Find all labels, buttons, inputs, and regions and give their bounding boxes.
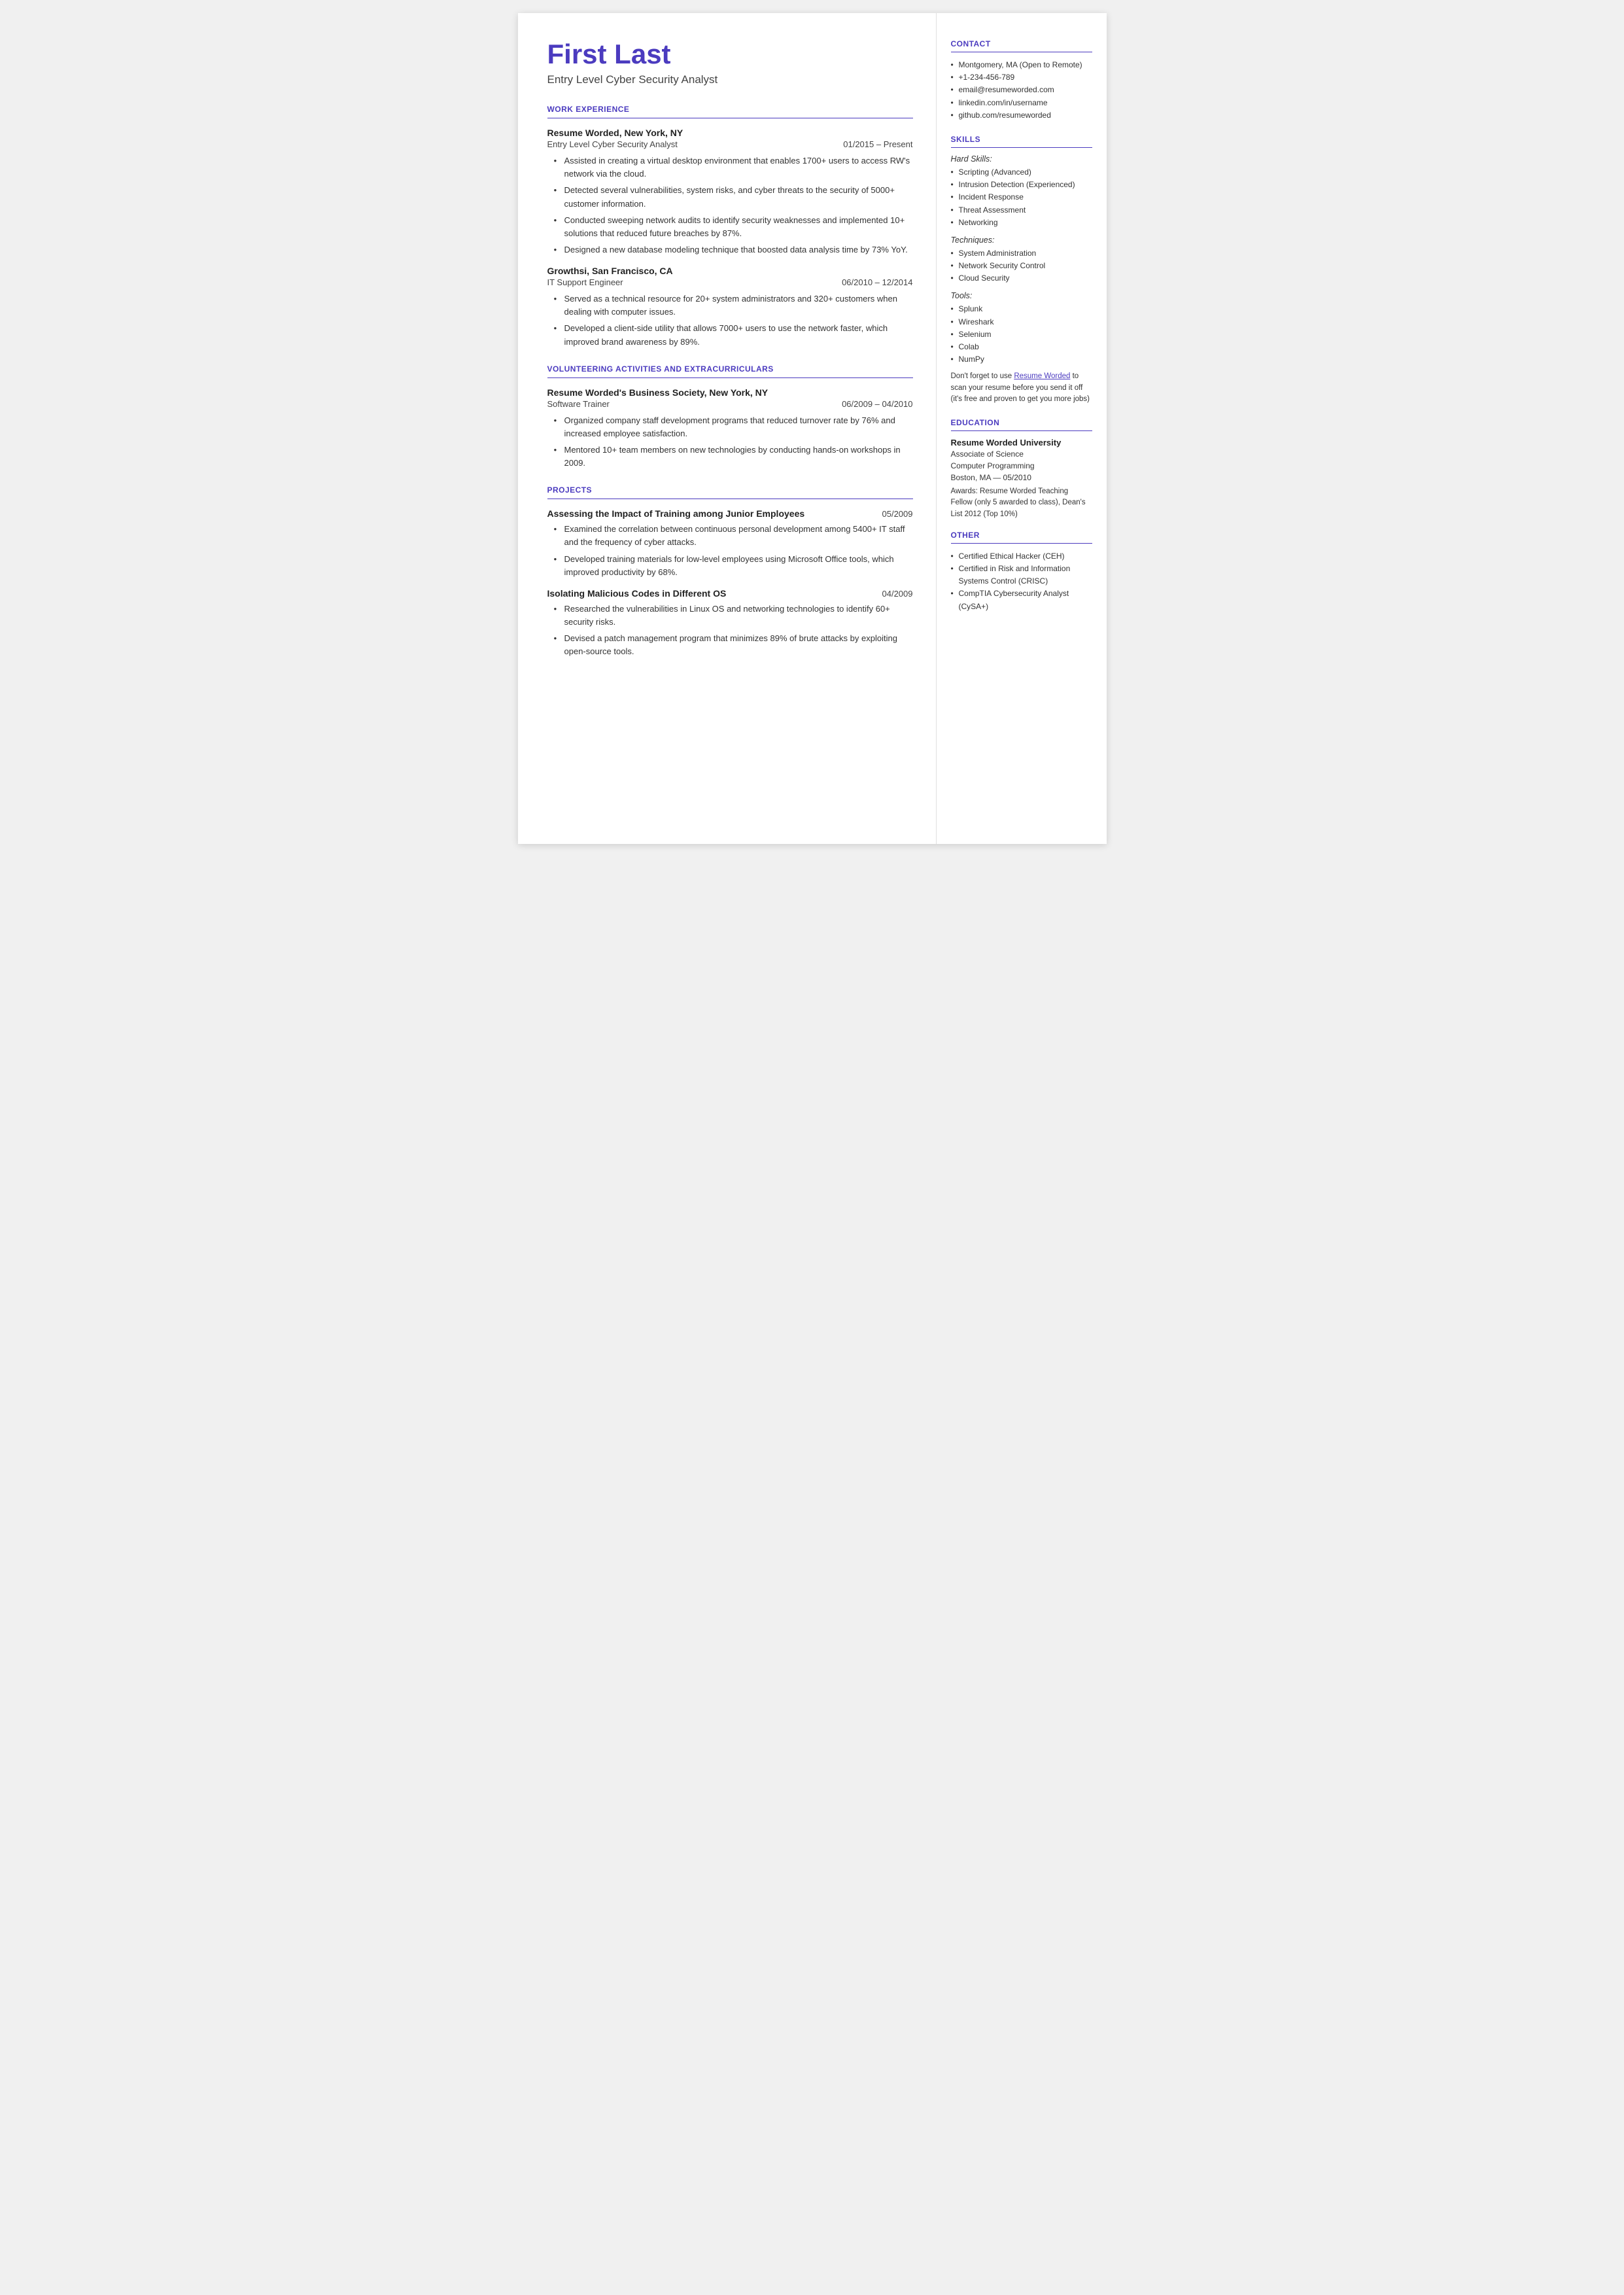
project-1-header: Assessing the Impact of Training among J… (547, 508, 913, 519)
list-item: Organized company staff development prog… (554, 414, 913, 440)
list-item: Selenium (951, 328, 1092, 341)
list-item: email@resumeworded.com (951, 84, 1092, 96)
volunteer-1-date: 06/2009 – 04/2010 (842, 399, 912, 409)
project-2-date: 04/2009 (882, 589, 913, 599)
project-2-bullets: Researched the vulnerabilities in Linux … (547, 603, 913, 659)
list-item: Detected several vulnerabilities, system… (554, 184, 913, 210)
candidate-name: First Last (547, 39, 913, 69)
education-label: EDUCATION (951, 418, 1092, 427)
volunteer-1-company: Resume Worded's Business Society, New Yo… (547, 387, 769, 398)
other-list: Certified Ethical Hacker (CEH) Certified… (951, 550, 1092, 613)
list-item: Assisted in creating a virtual desktop e… (554, 154, 913, 181)
list-item: Certified Ethical Hacker (CEH) (951, 550, 1092, 563)
job-1-title-line: Entry Level Cyber Security Analyst 01/20… (547, 139, 913, 149)
volunteer-1-bullets: Organized company staff development prog… (547, 414, 913, 470)
project-2-header: Isolating Malicious Codes in Different O… (547, 588, 913, 599)
list-item: linkedin.com/in/username (951, 97, 1092, 109)
skills-label: SKILLS (951, 135, 1092, 144)
job-2-bullets: Served as a technical resource for 20+ s… (547, 292, 913, 349)
list-item: Intrusion Detection (Experienced) (951, 179, 1092, 191)
list-item: github.com/resumeworded (951, 109, 1092, 122)
list-item: Networking (951, 217, 1092, 229)
job-2-title: IT Support Engineer (547, 277, 623, 287)
projects-label: PROJECTS (547, 485, 913, 495)
edu-school: Resume Worded University (951, 438, 1092, 447)
edu-awards: Awards: Resume Worded Teaching Fellow (o… (951, 486, 1092, 520)
list-item: Developed a client-side utility that all… (554, 322, 913, 348)
work-experience-label: WORK EXPERIENCE (547, 105, 913, 114)
edu-degree: Associate of Science (951, 448, 1092, 460)
promo-before: Don't forget to use (951, 372, 1014, 380)
job-2-title-line: IT Support Engineer 06/2010 – 12/2014 (547, 277, 913, 287)
volunteering-divider (547, 377, 913, 378)
list-item: +1-234-456-789 (951, 71, 1092, 84)
list-item: CompTIA Cybersecurity Analyst (CySA+) (951, 587, 1092, 612)
job-1-date: 01/2015 – Present (843, 139, 912, 149)
job-2-date: 06/2010 – 12/2014 (842, 277, 912, 287)
techniques-list: System Administration Network Security C… (951, 247, 1092, 285)
list-item: Splunk (951, 303, 1092, 315)
list-item: Developed training materials for low-lev… (554, 553, 913, 579)
job-1-bullets: Assisted in creating a virtual desktop e… (547, 154, 913, 256)
resume-page: First Last Entry Level Cyber Security An… (518, 13, 1107, 844)
job-2-company: Growthsi, San Francisco, CA (547, 266, 673, 276)
volunteer-1-title: Software Trainer (547, 399, 610, 409)
list-item: Network Security Control (951, 260, 1092, 272)
list-item: Devised a patch management program that … (554, 632, 913, 658)
volunteer-1-header: Resume Worded's Business Society, New Yo… (547, 387, 913, 398)
volunteering-label: VOLUNTEERING ACTIVITIES AND EXTRACURRICU… (547, 364, 913, 374)
list-item: Cloud Security (951, 272, 1092, 285)
promo-text: Don't forget to use Resume Worded to sca… (951, 371, 1092, 405)
edu-location-date: Boston, MA — 05/2010 (951, 472, 1092, 483)
volunteer-1-title-line: Software Trainer 06/2009 – 04/2010 (547, 399, 913, 409)
list-item: Researched the vulnerabilities in Linux … (554, 603, 913, 629)
list-item: Montgomery, MA (Open to Remote) (951, 59, 1092, 71)
list-item: Threat Assessment (951, 204, 1092, 217)
list-item: Conducted sweeping network audits to ide… (554, 214, 913, 240)
job-1-company: Resume Worded, New York, NY (547, 128, 683, 138)
candidate-title: Entry Level Cyber Security Analyst (547, 73, 913, 86)
education-divider (951, 430, 1092, 431)
project-1-date: 05/2009 (882, 509, 913, 519)
other-divider (951, 543, 1092, 544)
contact-label: CONTACT (951, 39, 1092, 48)
list-item: Incident Response (951, 191, 1092, 203)
tools-list: Splunk Wireshark Selenium Colab NumPy (951, 303, 1092, 366)
other-label: OTHER (951, 531, 1092, 540)
project-1-bullets: Examined the correlation between continu… (547, 523, 913, 579)
list-item: Examined the correlation between continu… (554, 523, 913, 549)
list-item: NumPy (951, 353, 1092, 366)
right-column: CONTACT Montgomery, MA (Open to Remote) … (937, 13, 1107, 844)
job-1-header: Resume Worded, New York, NY (547, 128, 913, 138)
skills-divider (951, 147, 1092, 148)
list-item: System Administration (951, 247, 1092, 260)
promo-link[interactable]: Resume Worded (1014, 372, 1070, 380)
list-item: Scripting (Advanced) (951, 166, 1092, 179)
list-item: Wireshark (951, 316, 1092, 328)
list-item: Certified in Risk and Information System… (951, 563, 1092, 587)
hard-skills-list: Scripting (Advanced) Intrusion Detection… (951, 166, 1092, 229)
list-item: Colab (951, 341, 1092, 353)
left-column: First Last Entry Level Cyber Security An… (518, 13, 937, 844)
techniques-label: Techniques: (951, 236, 1092, 245)
job-2-header: Growthsi, San Francisco, CA (547, 266, 913, 276)
job-1-title: Entry Level Cyber Security Analyst (547, 139, 678, 149)
list-item: Served as a technical resource for 20+ s… (554, 292, 913, 319)
edu-field: Computer Programming (951, 460, 1092, 472)
project-1-title: Assessing the Impact of Training among J… (547, 508, 805, 519)
tools-label: Tools: (951, 291, 1092, 300)
list-item: Designed a new database modeling techniq… (554, 243, 913, 256)
contact-list: Montgomery, MA (Open to Remote) +1-234-4… (951, 59, 1092, 122)
hard-skills-label: Hard Skills: (951, 154, 1092, 164)
list-item: Mentored 10+ team members on new technol… (554, 444, 913, 470)
project-2-title: Isolating Malicious Codes in Different O… (547, 588, 727, 599)
